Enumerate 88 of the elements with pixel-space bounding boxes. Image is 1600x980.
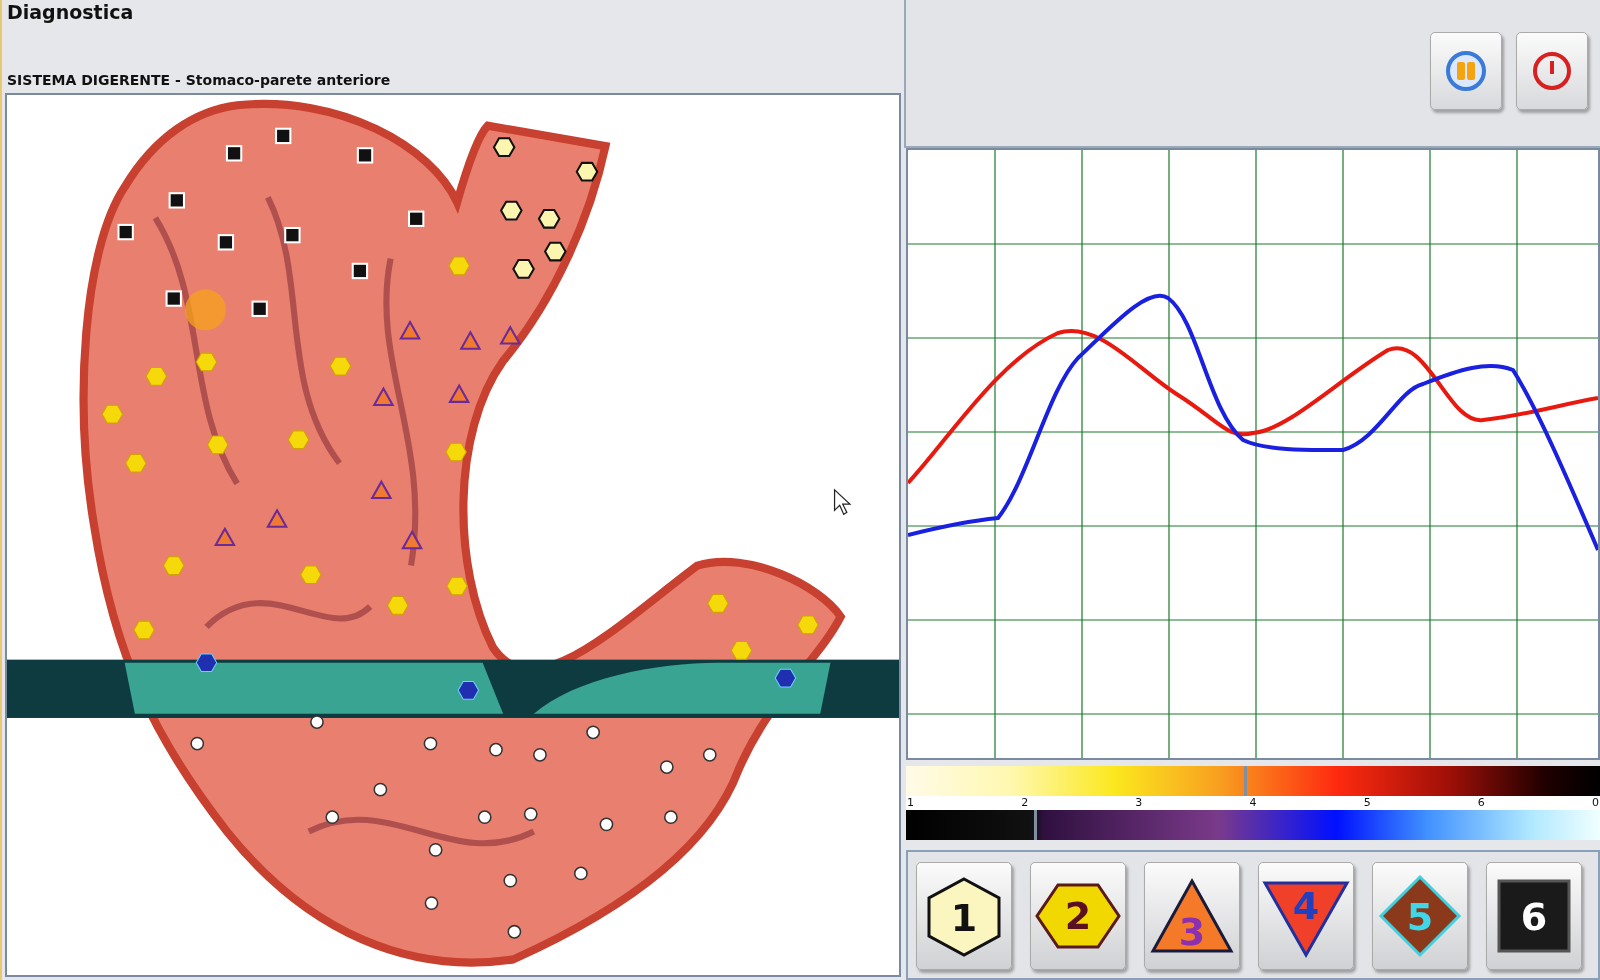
- marker-type-button[interactable]: 5: [1372, 862, 1468, 970]
- square-marker-icon: [168, 192, 185, 209]
- hexagon-marker-icon: [195, 653, 218, 673]
- hexagon-marker-icon: [162, 556, 185, 576]
- triangle-marker-icon: [370, 479, 393, 500]
- triangle-marker-icon: [459, 330, 482, 350]
- hexagon-marker-icon: [195, 352, 218, 372]
- diamond-icon: [1378, 874, 1462, 958]
- hexagon-marker-icon: [575, 162, 599, 182]
- dot-marker-icon: [423, 736, 438, 751]
- dot-marker-icon: [424, 896, 439, 911]
- sync-icon: [1444, 49, 1488, 93]
- cursor-icon: [833, 488, 852, 516]
- triangle-marker-icon: [213, 526, 236, 547]
- square-marker-icon: [351, 263, 369, 280]
- dot-marker-icon: [533, 748, 547, 762]
- square-marker-icon: [408, 210, 425, 228]
- hexagon-marker-icon: [133, 620, 155, 640]
- hexagon-marker-icon: [125, 454, 147, 473]
- scale-label: 3: [1135, 796, 1143, 810]
- square-marker-icon: [165, 290, 182, 308]
- scale-label: 0: [1591, 796, 1599, 810]
- page-title: Diagnostica: [7, 1, 135, 25]
- dot-marker-icon: [573, 866, 588, 881]
- glow-spot: [185, 289, 226, 331]
- scale-label: 2: [1021, 796, 1029, 810]
- square-marker-icon: [217, 234, 235, 251]
- hexagon-marker-icon: [300, 565, 322, 585]
- section-subtitle: SISTEMA DIGERENTE - Stomaco-parete anteriore: [7, 71, 391, 91]
- dot-marker-icon: [503, 874, 518, 888]
- hexagon-marker-icon: [797, 615, 819, 635]
- scale-label: 6: [1477, 796, 1485, 810]
- hexagon-marker-icon: [445, 442, 467, 462]
- marker-type-button[interactable]: 2: [1030, 862, 1126, 970]
- square-marker-icon: [275, 128, 292, 145]
- hexagon-marker-icon: [457, 681, 480, 700]
- scale-label: 1: [907, 796, 914, 810]
- dot-marker-icon: [599, 817, 614, 832]
- hexagon-marker-icon: [492, 137, 516, 158]
- square-marker-icon: [117, 224, 134, 241]
- hexagon-marker-icon: [707, 594, 729, 614]
- hexagon-marker-icon: [329, 357, 352, 376]
- triangle-marker-icon: [448, 383, 471, 404]
- hexagon-icon: [1035, 883, 1121, 949]
- dot-marker-icon: [507, 925, 522, 939]
- hexagon-icon: [927, 877, 1001, 957]
- hexagon-marker-icon: [537, 209, 561, 229]
- dot-marker-icon: [523, 807, 538, 822]
- marker-type-button[interactable]: 1: [916, 862, 1012, 970]
- dot-marker-icon: [428, 843, 443, 858]
- dot-marker-icon: [586, 725, 601, 740]
- dot-marker-icon: [659, 760, 674, 775]
- triangle-marker-icon: [372, 386, 395, 407]
- triangle-marker-icon: [499, 325, 522, 345]
- hexagon-marker-icon: [730, 641, 753, 661]
- triangle-icon: [1150, 877, 1234, 953]
- dot-marker-icon: [190, 736, 205, 751]
- square-marker-icon: [284, 227, 301, 244]
- power-button[interactable]: [1516, 32, 1588, 110]
- hexagon-marker-icon: [774, 669, 797, 688]
- dot-marker-icon: [325, 810, 340, 825]
- marker-type-button[interactable]: 6: [1486, 862, 1582, 970]
- triangle-marker-icon: [401, 529, 424, 550]
- triangle-marker-icon: [399, 320, 421, 340]
- square-marker-icon: [251, 300, 268, 318]
- sync-button[interactable]: [1430, 32, 1502, 110]
- square-icon: [1497, 879, 1571, 953]
- dot-marker-icon: [477, 810, 492, 825]
- hexagon-marker-icon: [543, 241, 567, 262]
- hexagon-marker-icon: [446, 576, 468, 596]
- hexagon-marker-icon: [499, 201, 523, 221]
- square-marker-icon: [225, 145, 243, 162]
- hexagon-marker-icon: [206, 435, 229, 455]
- hexagon-marker-icon: [448, 256, 470, 276]
- dot-marker-icon: [702, 748, 717, 762]
- triangle-icon: [1262, 881, 1350, 959]
- scale-label: 5: [1363, 796, 1371, 810]
- dot-marker-icon: [373, 782, 388, 797]
- triangle-marker-icon: [266, 508, 288, 528]
- dot-marker-icon: [489, 743, 503, 757]
- scale-label: 4: [1249, 796, 1257, 810]
- hexagon-marker-icon: [145, 367, 168, 386]
- hexagon-marker-icon: [101, 405, 124, 424]
- hexagon-marker-icon: [386, 596, 409, 616]
- hexagon-marker-icon: [512, 259, 535, 280]
- hexagon-marker-icon: [287, 430, 310, 450]
- power-icon: [1530, 49, 1574, 93]
- square-marker-icon: [356, 147, 374, 164]
